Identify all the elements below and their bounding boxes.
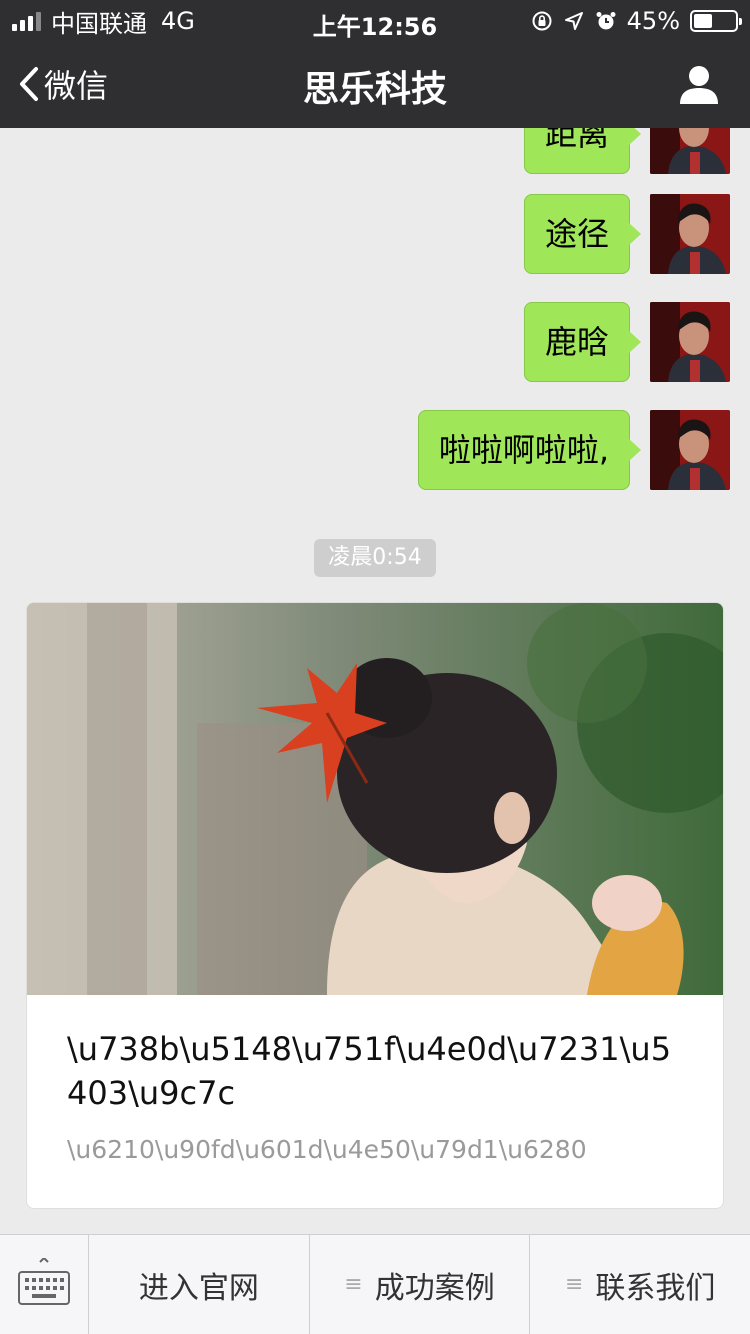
signal-strength-icon bbox=[12, 11, 41, 31]
keyboard-toggle-button[interactable] bbox=[0, 1235, 89, 1334]
keyboard-icon bbox=[18, 1258, 70, 1305]
menu-item-label: 进入官网 bbox=[138, 1270, 259, 1306]
avatar[interactable] bbox=[650, 194, 730, 274]
orientation-lock-icon bbox=[532, 11, 552, 31]
menu-item-website[interactable]: 进入官网 bbox=[89, 1235, 310, 1334]
message-row: 途径 bbox=[523, 194, 730, 274]
battery-level bbox=[694, 14, 712, 28]
bottom-menu: 进入官网 ≡ 成功案例 ≡ 联系我们 bbox=[0, 1234, 750, 1334]
person-profile-icon[interactable] bbox=[678, 64, 720, 106]
battery-percent: 45% bbox=[626, 7, 680, 35]
menu-item-label: 成功案例 bbox=[374, 1270, 495, 1306]
article-description: \u6210\u90fd\u601d\u4e50\u79d1\u6280 bbox=[67, 1135, 587, 1164]
message-bubble[interactable]: 途径 bbox=[523, 194, 642, 274]
carrier-name: 中国联通 bbox=[51, 9, 147, 38]
message-row: 啦啦啊啦啦, bbox=[417, 410, 730, 490]
avatar[interactable] bbox=[650, 410, 730, 490]
article-cover-image bbox=[27, 603, 723, 995]
message-row: 鹿晗 bbox=[523, 302, 730, 382]
article-card[interactable]: \u738b\u5148\u751f\u4e0d\u7231\u5403\u9c… bbox=[26, 602, 724, 1209]
menu-item-cases[interactable]: ≡ 成功案例 bbox=[310, 1235, 531, 1334]
battery-icon bbox=[690, 10, 742, 32]
back-button[interactable]: 微信 bbox=[18, 62, 108, 106]
message-bubble[interactable]: 啦啦啊啦啦, bbox=[417, 410, 642, 490]
nav-bar: 微信 思乐科技 bbox=[0, 42, 750, 128]
message-bubble[interactable]: 鹿晗 bbox=[523, 302, 642, 382]
avatar[interactable] bbox=[650, 128, 730, 174]
message-bubble[interactable]: 距离 bbox=[523, 128, 642, 174]
menu-item-contact[interactable]: ≡ 联系我们 bbox=[530, 1235, 750, 1334]
chat-area[interactable]: 距离 途径 鹿晗 啦啦啊啦啦, 凌晨0:54 \u738b\u5148\u751… bbox=[0, 128, 750, 1234]
avatar[interactable] bbox=[650, 302, 730, 382]
message-row: 距离 bbox=[523, 128, 730, 174]
message-timestamp: 凌晨0:54 bbox=[314, 539, 436, 577]
page-title: 思乐科技 bbox=[302, 69, 447, 110]
chevron-left-icon bbox=[20, 67, 38, 101]
network-type: 4G bbox=[161, 7, 195, 35]
back-label: 微信 bbox=[44, 67, 109, 105]
status-bar: 中国联通 4G 上午12:56 45% bbox=[0, 0, 750, 42]
article-title: \u738b\u5148\u751f\u4e0d\u7231\u5403\u9c… bbox=[67, 1030, 672, 1112]
location-arrow-icon bbox=[564, 12, 583, 30]
menu-list-icon: ≡ bbox=[344, 1272, 363, 1297]
menu-list-icon: ≡ bbox=[564, 1272, 584, 1297]
alarm-clock-icon bbox=[596, 12, 616, 30]
menu-item-label: 联系我们 bbox=[595, 1270, 716, 1306]
